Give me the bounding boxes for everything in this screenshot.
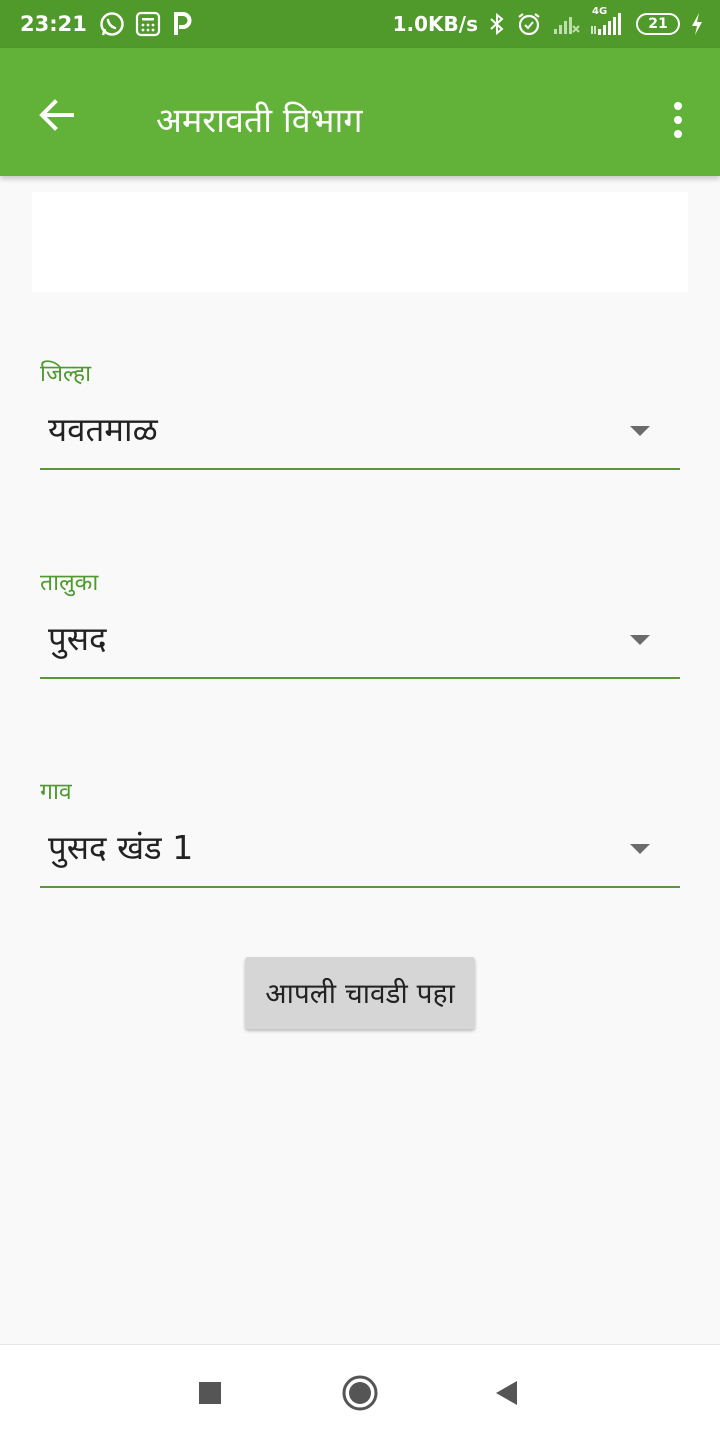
p-icon bbox=[171, 11, 193, 37]
taluka-dropdown[interactable]: पुसद bbox=[40, 597, 680, 679]
signal-4g-icon: 4G bbox=[590, 6, 626, 36]
app-bar: अमरावती विभाग bbox=[0, 48, 720, 176]
alarm-icon bbox=[516, 11, 542, 37]
view-chavadi-button[interactable]: आपली चावडी पहा bbox=[245, 957, 475, 1029]
taluka-label: तालुका bbox=[40, 570, 99, 596]
net-speed: 1.0KB/s bbox=[392, 12, 478, 36]
recent-apps-icon[interactable] bbox=[190, 1373, 230, 1413]
status-time: 23:21 bbox=[20, 12, 87, 36]
charging-icon bbox=[690, 12, 704, 36]
village-value: पुसद खंड 1 bbox=[48, 828, 194, 867]
district-value: यवतमाळ bbox=[48, 410, 158, 449]
village-label: गाव bbox=[40, 779, 72, 805]
back-arrow-icon[interactable] bbox=[30, 90, 82, 142]
taluka-value: पुसद bbox=[48, 619, 107, 658]
village-dropdown[interactable]: पुसद खंड 1 bbox=[40, 806, 680, 888]
system-nav-bar bbox=[0, 1344, 720, 1440]
battery-indicator: 21 bbox=[636, 13, 680, 35]
home-icon[interactable] bbox=[340, 1373, 380, 1413]
signal-weak-icon bbox=[552, 13, 580, 35]
back-triangle-icon[interactable] bbox=[487, 1373, 527, 1413]
district-field: जिल्हा यवतमाळ bbox=[40, 356, 680, 470]
calculator-icon bbox=[135, 11, 161, 37]
village-field: गाव पुसद खंड 1 bbox=[40, 774, 680, 888]
dropdown-arrow-icon bbox=[630, 426, 650, 436]
more-vert-icon[interactable] bbox=[664, 100, 692, 140]
network-type: 4G bbox=[592, 6, 608, 17]
dropdown-arrow-icon bbox=[630, 844, 650, 854]
battery-level: 21 bbox=[648, 16, 668, 32]
district-dropdown[interactable]: यवतमाळ bbox=[40, 388, 680, 470]
dropdown-arrow-icon bbox=[630, 635, 650, 645]
page-title: अमरावती विभाग bbox=[156, 101, 363, 141]
district-label: जिल्हा bbox=[40, 361, 92, 387]
whatsapp-icon bbox=[99, 11, 125, 37]
ad-banner bbox=[32, 192, 688, 292]
status-bar: 23:21 1.0KB/s 4G 21 bbox=[0, 0, 720, 48]
taluka-field: तालुका पुसद bbox=[40, 565, 680, 679]
bluetooth-icon bbox=[488, 12, 506, 36]
